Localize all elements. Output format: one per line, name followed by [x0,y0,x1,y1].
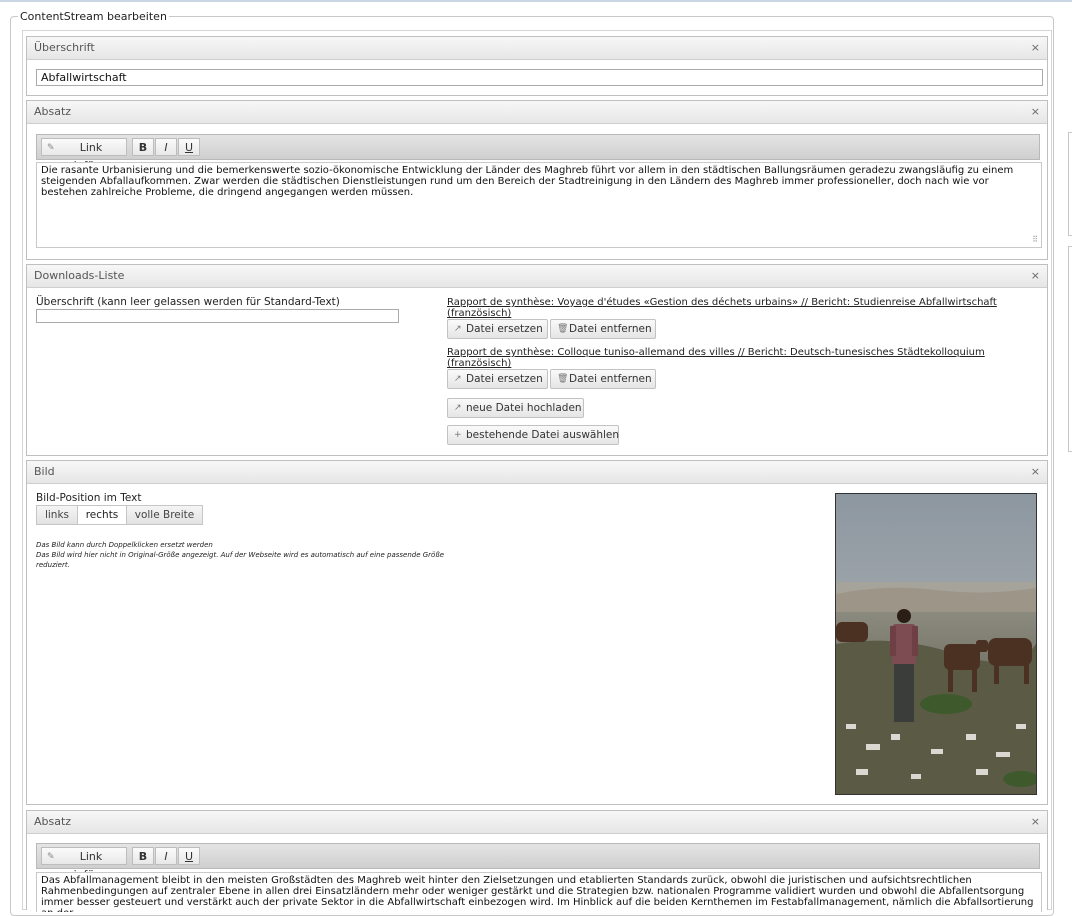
italic-button[interactable]: I [155,847,177,865]
heading-panel-title: Überschrift [34,41,95,54]
paragraph-text: Die rasante Urbanisierung und die bemerk… [41,165,1014,198]
underline-button[interactable]: U [178,847,200,865]
close-icon[interactable]: × [1031,265,1040,287]
download-file-link[interactable]: Rapport de synthèse: Voyage d'études «Ge… [447,297,1017,319]
remove-file-label: Datei entfernen [569,373,652,385]
side-frame-top [1068,132,1072,236]
editor-toolbar: ✎ Link einfügen B I U [36,134,1040,172]
pencil-icon: ✎ [47,852,55,862]
replace-icon: ↗ [454,374,462,384]
heading-input[interactable]: Abfallwirtschaft [36,69,1043,86]
image-position-label: Bild-Position im Text [36,492,142,504]
close-icon[interactable]: × [1031,461,1040,483]
select-existing-file-button[interactable]: + bestehende Datei auswählen [447,425,619,445]
image-panel: Bild × Bild-Position im Text links recht… [26,460,1048,805]
image-panel-title: Bild [34,465,55,478]
top-border [0,0,1072,2]
paragraph-panel-title: Absatz [34,815,72,828]
position-right-button[interactable]: rechts [77,505,127,525]
position-left-button[interactable]: links [36,505,78,525]
underline-button[interactable]: U [178,138,200,156]
remove-file-button[interactable]: 🗑 Datei entfernen [550,369,656,389]
close-icon[interactable]: × [1031,101,1040,123]
download-file-link[interactable]: Rapport de synthèse: Colloque tuniso-all… [447,347,1017,369]
paragraph-panel: Absatz × ✎ Link einfügen B I U Die rasan… [26,100,1048,260]
replace-file-button[interactable]: ↗ Datei ersetzen [447,369,548,389]
paragraph-panel: Absatz × ✎ Link einfügen B I U Das Abfal… [26,810,1048,912]
content-image[interactable] [835,493,1037,795]
paragraph-editor[interactable]: Das Abfallmanagement bleibt in den meist… [36,872,1042,912]
paragraph-panel-header: Absatz × [27,101,1047,124]
italic-button[interactable]: I [155,138,177,156]
replace-file-label: Datei ersetzen [466,373,543,385]
remove-file-label: Datei entfernen [569,323,652,335]
pencil-icon: ✎ [47,143,55,153]
close-icon[interactable]: × [1031,811,1040,833]
replace-file-button[interactable]: ↗ Datei ersetzen [447,319,548,339]
downloads-panel: Downloads-Liste × Überschrift (kann leer… [26,264,1048,456]
insert-link-button[interactable]: ✎ Link einfügen [41,847,127,881]
remove-file-button[interactable]: 🗑 Datei entfernen [550,319,656,339]
heading-panel: Überschrift × Abfallwirtschaft [26,36,1048,96]
replace-icon: ↗ [454,324,462,334]
downloads-heading-input[interactable] [36,309,399,323]
fieldset-legend: ContentStream bearbeiten [18,10,169,23]
replace-file-label: Datei ersetzen [466,323,543,335]
plus-icon: + [454,430,462,440]
upload-file-button[interactable]: ↗ neue Datei hochladen [447,398,584,418]
position-full-width-button[interactable]: volle Breite [126,505,203,525]
image-note-replace: Das Bild kann durch Doppelklicken ersetz… [36,541,213,549]
editor-toolbar: ✎ Link einfügen B I U [36,843,1040,881]
bold-button[interactable]: B [132,847,154,865]
paragraph-panel-title: Absatz [34,105,72,118]
paragraph-text: Das Abfallmanagement bleibt in den meist… [41,875,1034,912]
select-existing-file-label: bestehende Datei auswählen [466,429,620,441]
boy-figure [890,609,918,722]
side-frame-bottom [1068,246,1072,452]
upload-file-label: neue Datei hochladen [466,402,582,414]
downloads-panel-title: Downloads-Liste [34,269,125,282]
image-note-size: Das Bild wird hier nicht in Original-Grö… [36,551,445,569]
close-icon[interactable]: × [1031,37,1040,59]
trash-icon: 🗑 [557,374,569,384]
heading-panel-header: Überschrift × [27,37,1047,60]
resize-grip-icon[interactable]: ⠿ [1032,234,1038,245]
downloads-panel-header: Downloads-Liste × [27,265,1047,288]
trash-icon: 🗑 [557,324,569,334]
insert-link-button[interactable]: ✎ Link einfügen [41,138,127,172]
landfill-photo [836,494,1036,794]
image-panel-header: Bild × [27,461,1047,484]
downloads-heading-label: Überschrift (kann leer gelassen werden f… [36,296,340,308]
paragraph-editor[interactable]: Die rasante Urbanisierung und die bemerk… [36,162,1042,248]
bold-button[interactable]: B [132,138,154,156]
paragraph-panel-header: Absatz × [27,811,1047,834]
upload-icon: ↗ [454,403,462,413]
